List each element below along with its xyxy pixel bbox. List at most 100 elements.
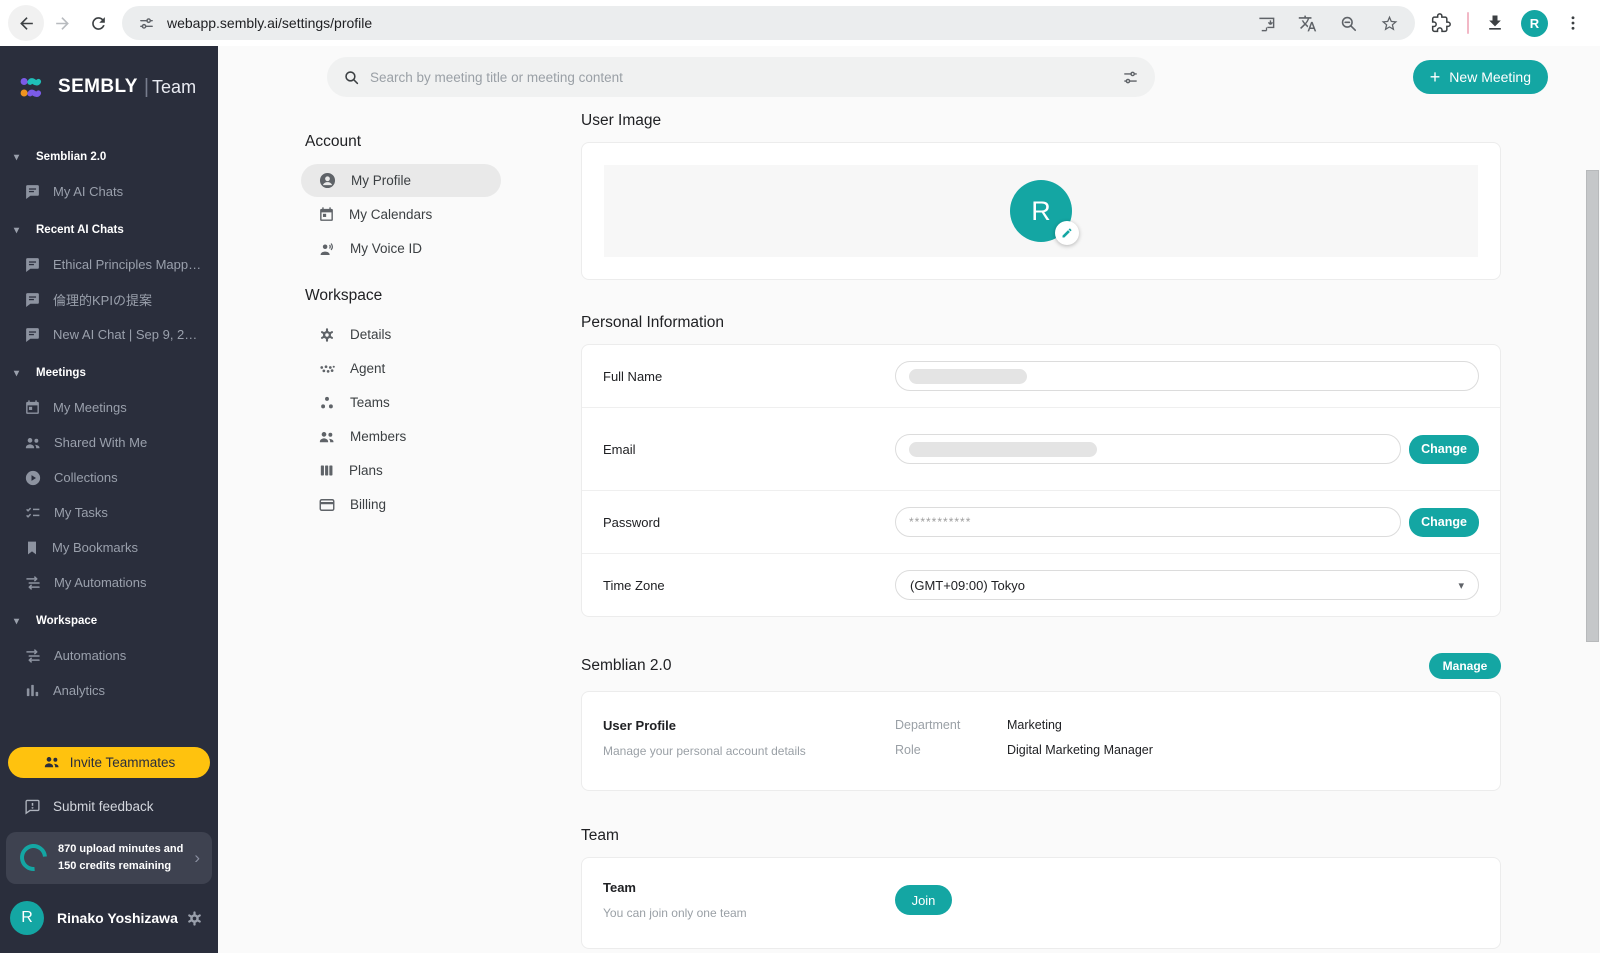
agent-dots-icon	[318, 360, 336, 378]
user-profile-title: User Profile	[603, 718, 895, 733]
sidebar-user-row[interactable]: R Rinako Yoshizawa	[0, 890, 218, 953]
sidebar-item-my-meetings[interactable]: My Meetings	[0, 390, 218, 425]
sidebar-item-chat-ethical[interactable]: Ethical Principles Mappin…	[0, 247, 218, 282]
sembly-logo[interactable]: SEMBLY | Team	[0, 46, 218, 100]
browser-menu-icon[interactable]	[1564, 14, 1582, 32]
address-bar[interactable]: webapp.sembly.ai/settings/profile	[122, 6, 1415, 40]
teams-dots-icon	[318, 394, 336, 412]
zoom-icon[interactable]	[1339, 14, 1358, 33]
sidebar-item-my-automations[interactable]: My Automations	[0, 565, 218, 600]
manage-semblian-button[interactable]: Manage	[1429, 653, 1501, 679]
email-label: Email	[603, 442, 895, 457]
search-icon	[343, 69, 360, 86]
sidebar-section-recent-ai-chats[interactable]: ▾ Recent AI Chats	[0, 213, 218, 247]
translate-icon[interactable]	[1298, 14, 1317, 33]
sidebar-item-chat-kpi[interactable]: 倫理的KPIの提案	[0, 282, 218, 317]
account-section-heading: Account	[305, 133, 557, 151]
profile-avatar[interactable]: R	[1010, 180, 1072, 242]
email-input[interactable]	[895, 434, 1401, 464]
sidebar-nav: ▾ Semblian 2.0 My AI Chats ▾ Recent AI C…	[0, 100, 218, 741]
omnibox-actions	[1257, 14, 1399, 33]
voice-id-icon	[318, 240, 336, 258]
role-label: Role	[895, 743, 1007, 757]
chevron-down-icon: ▾	[1458, 579, 1464, 592]
change-password-button[interactable]: Change	[1409, 508, 1479, 537]
calendar-icon	[318, 206, 335, 223]
role-value: Digital Marketing Manager	[1007, 743, 1153, 757]
team-card-subtitle: You can join only one team	[603, 906, 895, 920]
downloads-icon[interactable]	[1485, 13, 1505, 33]
sidebar-item-shared-with-me[interactable]: Shared With Me	[0, 425, 218, 460]
nav-item-my-voice-id[interactable]: My Voice ID	[301, 232, 501, 265]
full-name-input[interactable]	[895, 361, 1479, 391]
time-zone-row: Time Zone (GMT+09:00) Tokyo ▾	[582, 553, 1500, 616]
site-settings-icon[interactable]	[138, 15, 155, 32]
browser-back-button[interactable]	[8, 5, 44, 41]
settings-content: Account My Profile My Calendars My Voice…	[218, 97, 1600, 949]
sidebar-item-collections[interactable]: Collections	[0, 460, 218, 495]
search-bar[interactable]	[327, 57, 1155, 97]
extensions-icon[interactable]	[1431, 13, 1451, 33]
change-email-button[interactable]: Change	[1409, 435, 1479, 464]
search-input[interactable]	[370, 70, 1122, 85]
semblian-header: Semblian 2.0 Manage	[581, 653, 1501, 679]
scrollbar-thumb[interactable]	[1586, 170, 1599, 642]
sidebar-item-my-bookmarks[interactable]: My Bookmarks	[0, 530, 218, 565]
nav-item-plans[interactable]: Plans	[301, 454, 501, 487]
chat-icon	[24, 256, 41, 273]
browser-reload-button[interactable]	[80, 5, 116, 41]
main-area: + New Meeting Account My Profile My Cale…	[218, 46, 1600, 953]
install-app-icon[interactable]	[1257, 14, 1276, 33]
sidebar-item-my-ai-chats[interactable]: My AI Chats	[0, 174, 218, 209]
user-avatar[interactable]: R	[10, 901, 44, 935]
brand-name: SEMBLY	[58, 76, 138, 98]
brand-separator: |	[144, 76, 149, 99]
members-icon	[318, 428, 336, 446]
nav-item-members[interactable]: Members	[301, 420, 501, 453]
nav-item-details[interactable]: Details	[301, 318, 501, 351]
edit-avatar-button[interactable]	[1055, 221, 1079, 245]
nav-item-billing[interactable]: Billing	[301, 488, 501, 521]
nav-item-my-profile[interactable]: My Profile	[301, 164, 501, 197]
join-team-button[interactable]: Join	[895, 885, 952, 915]
password-input[interactable]	[895, 507, 1401, 537]
search-filter-icon[interactable]	[1122, 69, 1139, 86]
full-name-label: Full Name	[603, 369, 895, 384]
redacted-value	[909, 442, 1097, 457]
workspace-section-heading: Workspace	[305, 287, 557, 305]
caret-down-icon: ▾	[14, 152, 36, 163]
automation-icon	[24, 574, 42, 592]
profile-panel: User Image R Personal Information	[581, 112, 1501, 949]
invite-teammates-button[interactable]: Invite Teammates	[8, 747, 210, 778]
credits-progress-ring-icon	[14, 839, 52, 877]
browser-forward-button[interactable]	[44, 5, 80, 41]
gear-icon[interactable]	[185, 909, 204, 928]
semblian-card: User Profile Manage your personal accoun…	[581, 691, 1501, 791]
time-zone-select[interactable]: (GMT+09:00) Tokyo ▾	[895, 570, 1479, 600]
sidebar-section-workspace[interactable]: ▾ Workspace	[0, 604, 218, 638]
submit-feedback-button[interactable]: Submit feedback	[0, 788, 218, 826]
caret-down-icon: ▾	[14, 616, 36, 627]
nav-item-agent[interactable]: Agent	[301, 352, 501, 385]
browser-profile-avatar[interactable]: R	[1521, 10, 1548, 37]
sidebar-section-meetings[interactable]: ▾ Meetings	[0, 356, 218, 390]
sidebar-item-chat-new[interactable]: New AI Chat | Sep 9, 2025…	[0, 317, 218, 352]
browser-toolbar: webapp.sembly.ai/settings/profile R	[0, 0, 1600, 46]
nav-item-my-calendars[interactable]: My Calendars	[301, 198, 501, 231]
new-meeting-button[interactable]: + New Meeting	[1413, 60, 1548, 94]
credits-remaining-card[interactable]: 870 upload minutes and 150 credits remai…	[6, 832, 212, 884]
brand-product: Team	[152, 77, 196, 98]
credit-card-icon	[318, 496, 336, 514]
bookmark-star-icon[interactable]	[1380, 14, 1399, 33]
checklist-icon	[24, 504, 42, 522]
email-row: Email Change	[582, 407, 1500, 490]
nav-item-teams[interactable]: Teams	[301, 386, 501, 419]
sidebar-item-my-tasks[interactable]: My Tasks	[0, 495, 218, 530]
team-heading: Team	[581, 827, 1501, 845]
sidebar-item-analytics[interactable]: Analytics	[0, 673, 218, 708]
sidebar-item-automations[interactable]: Automations	[0, 638, 218, 673]
sidebar-section-semblian[interactable]: ▾ Semblian 2.0	[0, 140, 218, 174]
semblian-heading: Semblian 2.0	[581, 657, 671, 675]
user-image-heading: User Image	[581, 112, 1501, 130]
pencil-icon	[1061, 227, 1073, 239]
